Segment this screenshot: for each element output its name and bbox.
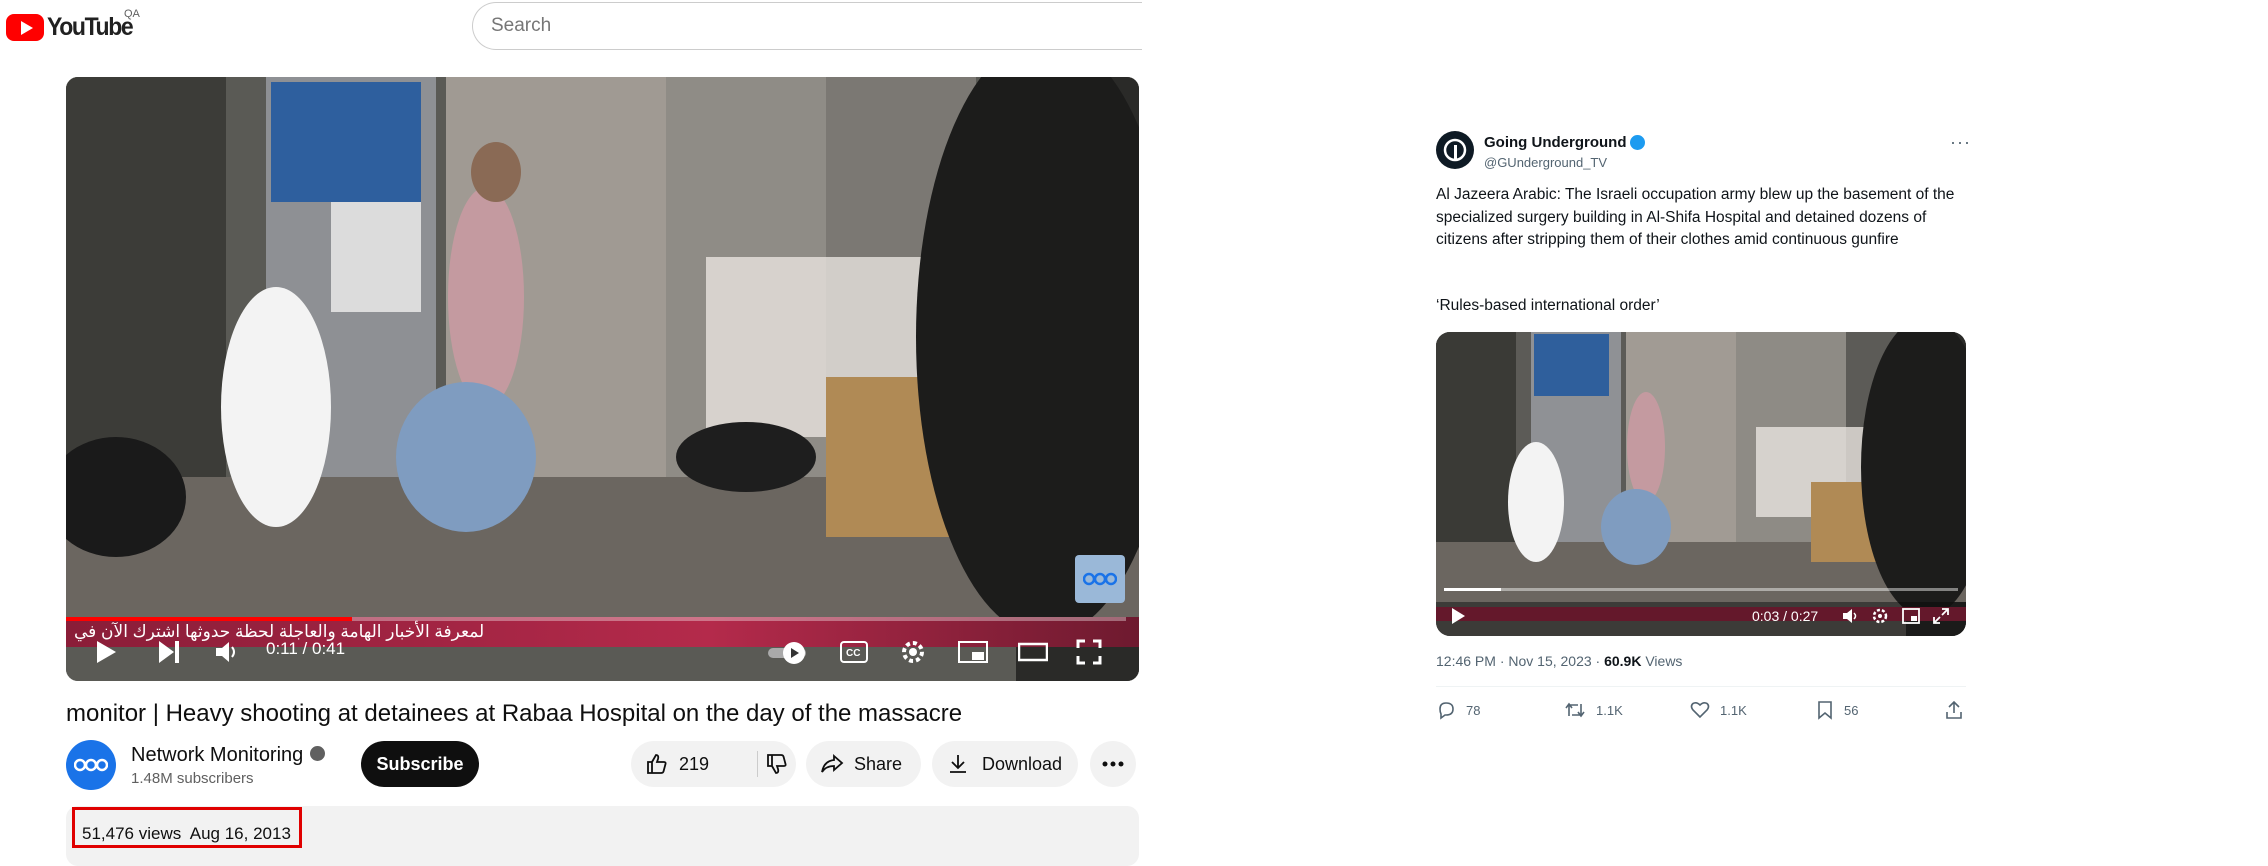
tweet-author-row[interactable]: Going Underground: [1484, 134, 1646, 151]
tweet-views-label: Views: [1641, 653, 1683, 669]
more-actions-button[interactable]: [1090, 741, 1136, 787]
bookmark-icon: [1818, 701, 1832, 720]
like-dislike-group: 219: [631, 741, 796, 787]
tweet-text-quote: ‘Rules-based international order’: [1436, 297, 1660, 314]
video-player[interactable]: لمعرفة الأخبار الهامة والعاجلة لحظة حدوث…: [66, 77, 1139, 681]
progress-bar-fill: [66, 617, 352, 621]
reply-button[interactable]: 78: [1436, 700, 1480, 720]
thumbs-up-icon: [647, 754, 667, 774]
upload-date: Aug 16, 2013: [189, 824, 291, 843]
share-button[interactable]: Share: [806, 741, 921, 787]
video-frame: [66, 77, 1139, 681]
captions-icon[interactable]: CC: [840, 641, 868, 663]
subscriber-count: 1.48M subscribers: [131, 770, 254, 787]
more-horizontal-icon: [1102, 761, 1124, 767]
share-arrow-icon: [821, 754, 844, 773]
thumbs-down-icon: [767, 754, 787, 774]
like-count: 219: [679, 753, 710, 774]
download-button[interactable]: Download: [932, 741, 1078, 787]
tweet-more-icon[interactable]: ···: [1950, 132, 1971, 153]
settings-gear-icon[interactable]: [900, 639, 926, 665]
tweet-fullscreen-icon[interactable]: [1932, 607, 1950, 625]
verified-badge-icon: [1630, 134, 1646, 150]
youtube-play-icon: [6, 13, 44, 41]
tweet-handle[interactable]: @GUnderground_TV: [1484, 155, 1607, 170]
tweet-video-player[interactable]: 0:03 / 0:27: [1436, 332, 1966, 636]
reply-count: 78: [1466, 702, 1481, 718]
tweet-volume-icon[interactable]: [1842, 608, 1860, 624]
play-icon[interactable]: [94, 639, 118, 665]
miniplayer-icon[interactable]: [958, 641, 988, 663]
like-button[interactable]: 219: [631, 751, 758, 777]
next-icon[interactable]: [156, 639, 182, 665]
bookmark-count: 56: [1844, 702, 1859, 718]
repost-count: 1.1K: [1596, 702, 1623, 718]
tweet-settings-icon[interactable]: [1872, 608, 1888, 624]
verified-check-icon: [310, 746, 326, 762]
youtube-logo[interactable]: YouTube: [6, 12, 140, 42]
channel-avatar[interactable]: [66, 740, 116, 790]
tweet-views-count: 60.9K: [1604, 653, 1642, 669]
youtube-wordmark: YouTube: [47, 12, 134, 41]
tweet-divider: [1436, 686, 1966, 687]
video-time: 0:11 / 0:41: [266, 639, 346, 658]
tweet-timestamp[interactable]: 12:46 PM · Nov 15, 2023 ·: [1436, 653, 1604, 669]
like-tweet-count: 1.1K: [1720, 702, 1747, 718]
reply-icon: [1439, 702, 1454, 720]
like-tweet-button[interactable]: 1.1K: [1690, 700, 1747, 720]
tweet-meta: 12:46 PM · Nov 15, 2023 · 60.9K Views: [1436, 653, 1682, 669]
fullscreen-icon[interactable]: [1076, 639, 1102, 665]
tweet-video-frame: [1436, 332, 1966, 636]
watermark-logo-icon: [1083, 572, 1117, 586]
repost-icon: [1565, 702, 1585, 718]
tweet-author-name[interactable]: Going Underground: [1484, 134, 1626, 151]
channel-logo-icon: [74, 758, 108, 772]
subscribe-button[interactable]: Subscribe: [361, 741, 479, 787]
country-code: QA: [124, 8, 140, 20]
heart-icon: [1690, 701, 1710, 719]
download-label: Download: [982, 753, 1063, 774]
theater-mode-icon[interactable]: [1018, 641, 1048, 663]
repost-button[interactable]: 1.1K: [1564, 700, 1623, 720]
tweet-avatar[interactable]: [1436, 131, 1474, 169]
share-upload-icon: [1946, 700, 1962, 719]
bookmark-button[interactable]: 56: [1816, 700, 1858, 720]
tweet-video-time: 0:03 / 0:27: [1752, 608, 1819, 624]
tweet-play-icon[interactable]: [1450, 607, 1466, 625]
download-icon: [950, 755, 966, 773]
channel-name[interactable]: Network Monitoring: [131, 744, 303, 766]
search-input[interactable]: Search: [472, 2, 1142, 50]
view-count: 51,476 views: [82, 824, 182, 843]
tweet-text: Al Jazeera Arabic: The Israeli occupatio…: [1436, 186, 1955, 248]
channel-watermark[interactable]: [1075, 555, 1125, 603]
share-label: Share: [854, 753, 903, 774]
view-date-row: 51,476 views Aug 16, 2013: [82, 824, 291, 844]
autoplay-toggle[interactable]: [766, 641, 810, 665]
video-title: monitor | Heavy shooting at detainees at…: [66, 700, 963, 727]
tweet-pip-icon[interactable]: [1902, 608, 1920, 624]
going-underground-logo-icon: [1443, 138, 1467, 162]
svg-text:CC: CC: [846, 648, 860, 659]
channel-name-row[interactable]: Network Monitoring: [131, 744, 326, 767]
share-tweet-button[interactable]: [1944, 700, 1974, 720]
volume-icon[interactable]: [214, 639, 240, 665]
dislike-button[interactable]: [758, 752, 796, 776]
